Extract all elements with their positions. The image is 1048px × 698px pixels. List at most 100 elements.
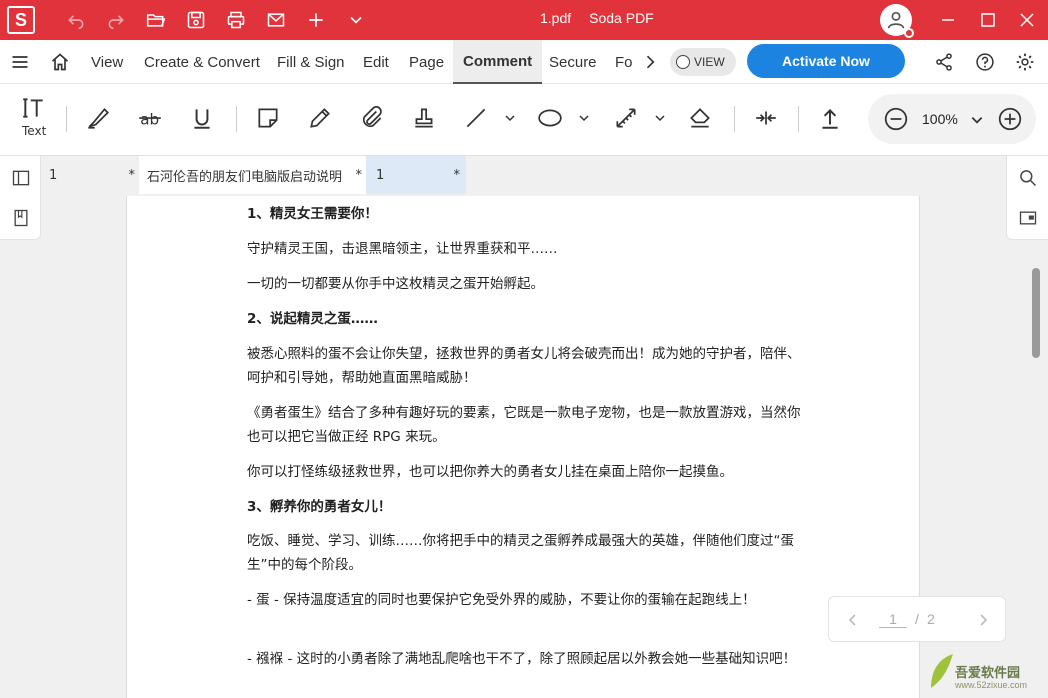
close-icon[interactable]	[1015, 8, 1039, 32]
svg-text:ab: ab	[140, 111, 159, 129]
zoom-control: 100%	[868, 94, 1036, 144]
undo-icon[interactable]	[64, 8, 88, 32]
document-tabs: 1 * 石河伦吾的朋友们电脑版启动说明 * 1 *	[41, 156, 1006, 194]
bookmarks-panel-icon[interactable]	[9, 206, 33, 230]
tab-document-3-active[interactable]: 1 *	[366, 156, 466, 194]
save-icon[interactable]	[184, 8, 208, 32]
strikethrough-icon[interactable]: ab	[134, 102, 166, 134]
menu-page[interactable]: Page	[409, 40, 444, 84]
comment-toolbar: Text ab 100%	[0, 84, 1048, 245]
view-mode-toggle[interactable]: VIEW	[670, 48, 736, 76]
heading-2: 2、说起精灵之蛋……	[247, 311, 378, 327]
help-icon[interactable]	[973, 50, 997, 74]
zoom-out-icon[interactable]	[880, 103, 912, 135]
activate-now-button[interactable]: Activate Now	[747, 44, 905, 78]
watermark-title: 吾爱软件园	[955, 666, 1021, 681]
zoom-level[interactable]: 100%	[922, 111, 962, 127]
page-navigator: 1 / 2	[828, 596, 1006, 642]
vertical-scrollbar[interactable]	[1032, 268, 1040, 358]
app-logo[interactable]: S	[7, 6, 35, 34]
maximize-icon[interactable]	[976, 8, 1000, 32]
toolbar-divider	[66, 106, 67, 132]
menu-fill-sign[interactable]: Fill & Sign	[277, 40, 345, 84]
ellipse-icon[interactable]	[534, 102, 566, 134]
left-side-panel	[0, 156, 41, 240]
text-tool-label: Text	[22, 124, 47, 138]
chevron-right-icon[interactable]	[638, 50, 662, 74]
unsaved-marker: *	[128, 167, 136, 183]
paragraph: - 蛋 - 保持温度适宜的同时也要保护它免受外界的威胁，不要让你的蛋输在起跑线上…	[247, 592, 756, 608]
page-total: 2	[927, 611, 935, 627]
chevron-down-icon[interactable]	[344, 8, 368, 32]
underline-icon[interactable]	[186, 102, 218, 134]
view-toggle-label: VIEW	[694, 55, 725, 69]
new-tab-icon[interactable]	[304, 8, 328, 32]
settings-gear-icon[interactable]	[1013, 50, 1037, 74]
shape-options-chevron-icon[interactable]	[578, 112, 590, 124]
stamp-icon[interactable]	[408, 102, 440, 134]
upload-icon[interactable]	[814, 102, 846, 134]
window-title: 1.pdf Soda PDF	[540, 10, 720, 26]
properties-panel-icon[interactable]	[1016, 206, 1040, 230]
paragraph: 吃饭、睡觉、学习、训练……你将把手中的精灵之蛋孵养成最强大的英雄，伴随他们度过“…	[247, 533, 794, 573]
next-page-icon[interactable]	[977, 613, 989, 627]
open-folder-icon[interactable]	[144, 8, 168, 32]
tab-label: 1	[376, 167, 385, 183]
paragraph: 《勇者蛋生》结合了多种有趣好玩的要素，它既是一款电子宠物，也是一款放置游戏，当然…	[247, 405, 801, 445]
tab-document-2[interactable]: 石河伦吾的朋友们电脑版启动说明 *	[139, 156, 366, 194]
thumbnails-panel-icon[interactable]	[9, 166, 33, 190]
highlight-icon[interactable]	[82, 102, 114, 134]
right-side-panel	[1006, 156, 1048, 240]
line-icon[interactable]	[460, 102, 492, 134]
menu-view[interactable]: View	[91, 40, 123, 84]
minimize-icon[interactable]	[936, 8, 960, 32]
print-icon[interactable]	[224, 8, 248, 32]
toolbar-divider	[236, 106, 237, 132]
unsaved-marker: *	[453, 167, 461, 183]
app-name: Soda PDF	[589, 10, 654, 26]
menu-create-convert[interactable]: Create & Convert	[144, 40, 260, 84]
search-icon[interactable]	[1016, 166, 1040, 190]
pdf-page[interactable]: 1、精灵女王需要你！ 守护精灵王国，击退黑暗领主，让世界重获和平…… 一切的一切…	[126, 196, 920, 698]
measure-options-chevron-icon[interactable]	[654, 112, 666, 124]
share-icon[interactable]	[932, 50, 956, 74]
menu-edit[interactable]: Edit	[363, 40, 389, 84]
notification-dot	[904, 28, 914, 38]
sticky-note-icon[interactable]	[252, 102, 284, 134]
eraser-icon[interactable]	[684, 102, 716, 134]
file-name: 1.pdf	[540, 10, 572, 26]
zoom-in-icon[interactable]	[994, 103, 1026, 135]
menu-secure[interactable]: Secure	[549, 40, 597, 84]
flatten-icon[interactable]	[750, 102, 782, 134]
heading-3: 3、孵养你的勇者女儿！	[247, 499, 392, 515]
watermark-leaf-logo	[931, 654, 953, 688]
add-text-tool[interactable]	[18, 92, 50, 124]
pencil-icon[interactable]	[304, 102, 336, 134]
home-icon[interactable]	[48, 50, 72, 74]
paragraph: 一切的一切都要从你手中这枚精灵之蛋开始孵起。	[247, 276, 544, 292]
hamburger-menu-icon[interactable]	[8, 50, 32, 74]
paragraph: 被悉心照料的蛋不会让你失望，拯救世界的勇者女儿将会破壳而出！成为她的守护者，陪伴…	[247, 346, 801, 386]
toolbar-divider	[734, 106, 735, 132]
mail-icon[interactable]	[264, 8, 288, 32]
heading-1: 1、精灵女王需要你！	[247, 206, 378, 222]
previous-page-icon[interactable]	[847, 613, 859, 627]
unsaved-marker: *	[355, 167, 363, 183]
watermark-url: www.52zixue.com	[955, 680, 1028, 690]
zoom-dropdown-chevron-icon[interactable]	[970, 113, 984, 127]
tab-label: 1	[49, 167, 58, 183]
line-options-chevron-icon[interactable]	[504, 112, 516, 124]
menu-forms[interactable]: Fo	[615, 40, 633, 84]
redo-icon[interactable]	[104, 8, 128, 32]
account-avatar[interactable]	[880, 4, 914, 38]
tab-document-1[interactable]: 1 *	[41, 156, 139, 194]
paragraph: 守护精灵王国，击退黑暗领主，让世界重获和平……	[247, 241, 558, 257]
site-watermark: 吾爱软件园 www.52zixue.com	[925, 640, 1045, 696]
toolbar-divider	[798, 106, 799, 132]
attachment-icon[interactable]	[356, 102, 388, 134]
page-number-input[interactable]: 1	[879, 611, 907, 628]
menu-comment[interactable]: Comment	[453, 40, 543, 84]
measure-icon[interactable]	[610, 102, 642, 134]
tab-label: 石河伦吾的朋友们电脑版启动说明	[147, 169, 343, 185]
paragraph: - 襁褓 - 这时的小勇者除了满地乱爬啥也干不了，除了照顾起居以外教会她一些基础…	[247, 651, 797, 667]
